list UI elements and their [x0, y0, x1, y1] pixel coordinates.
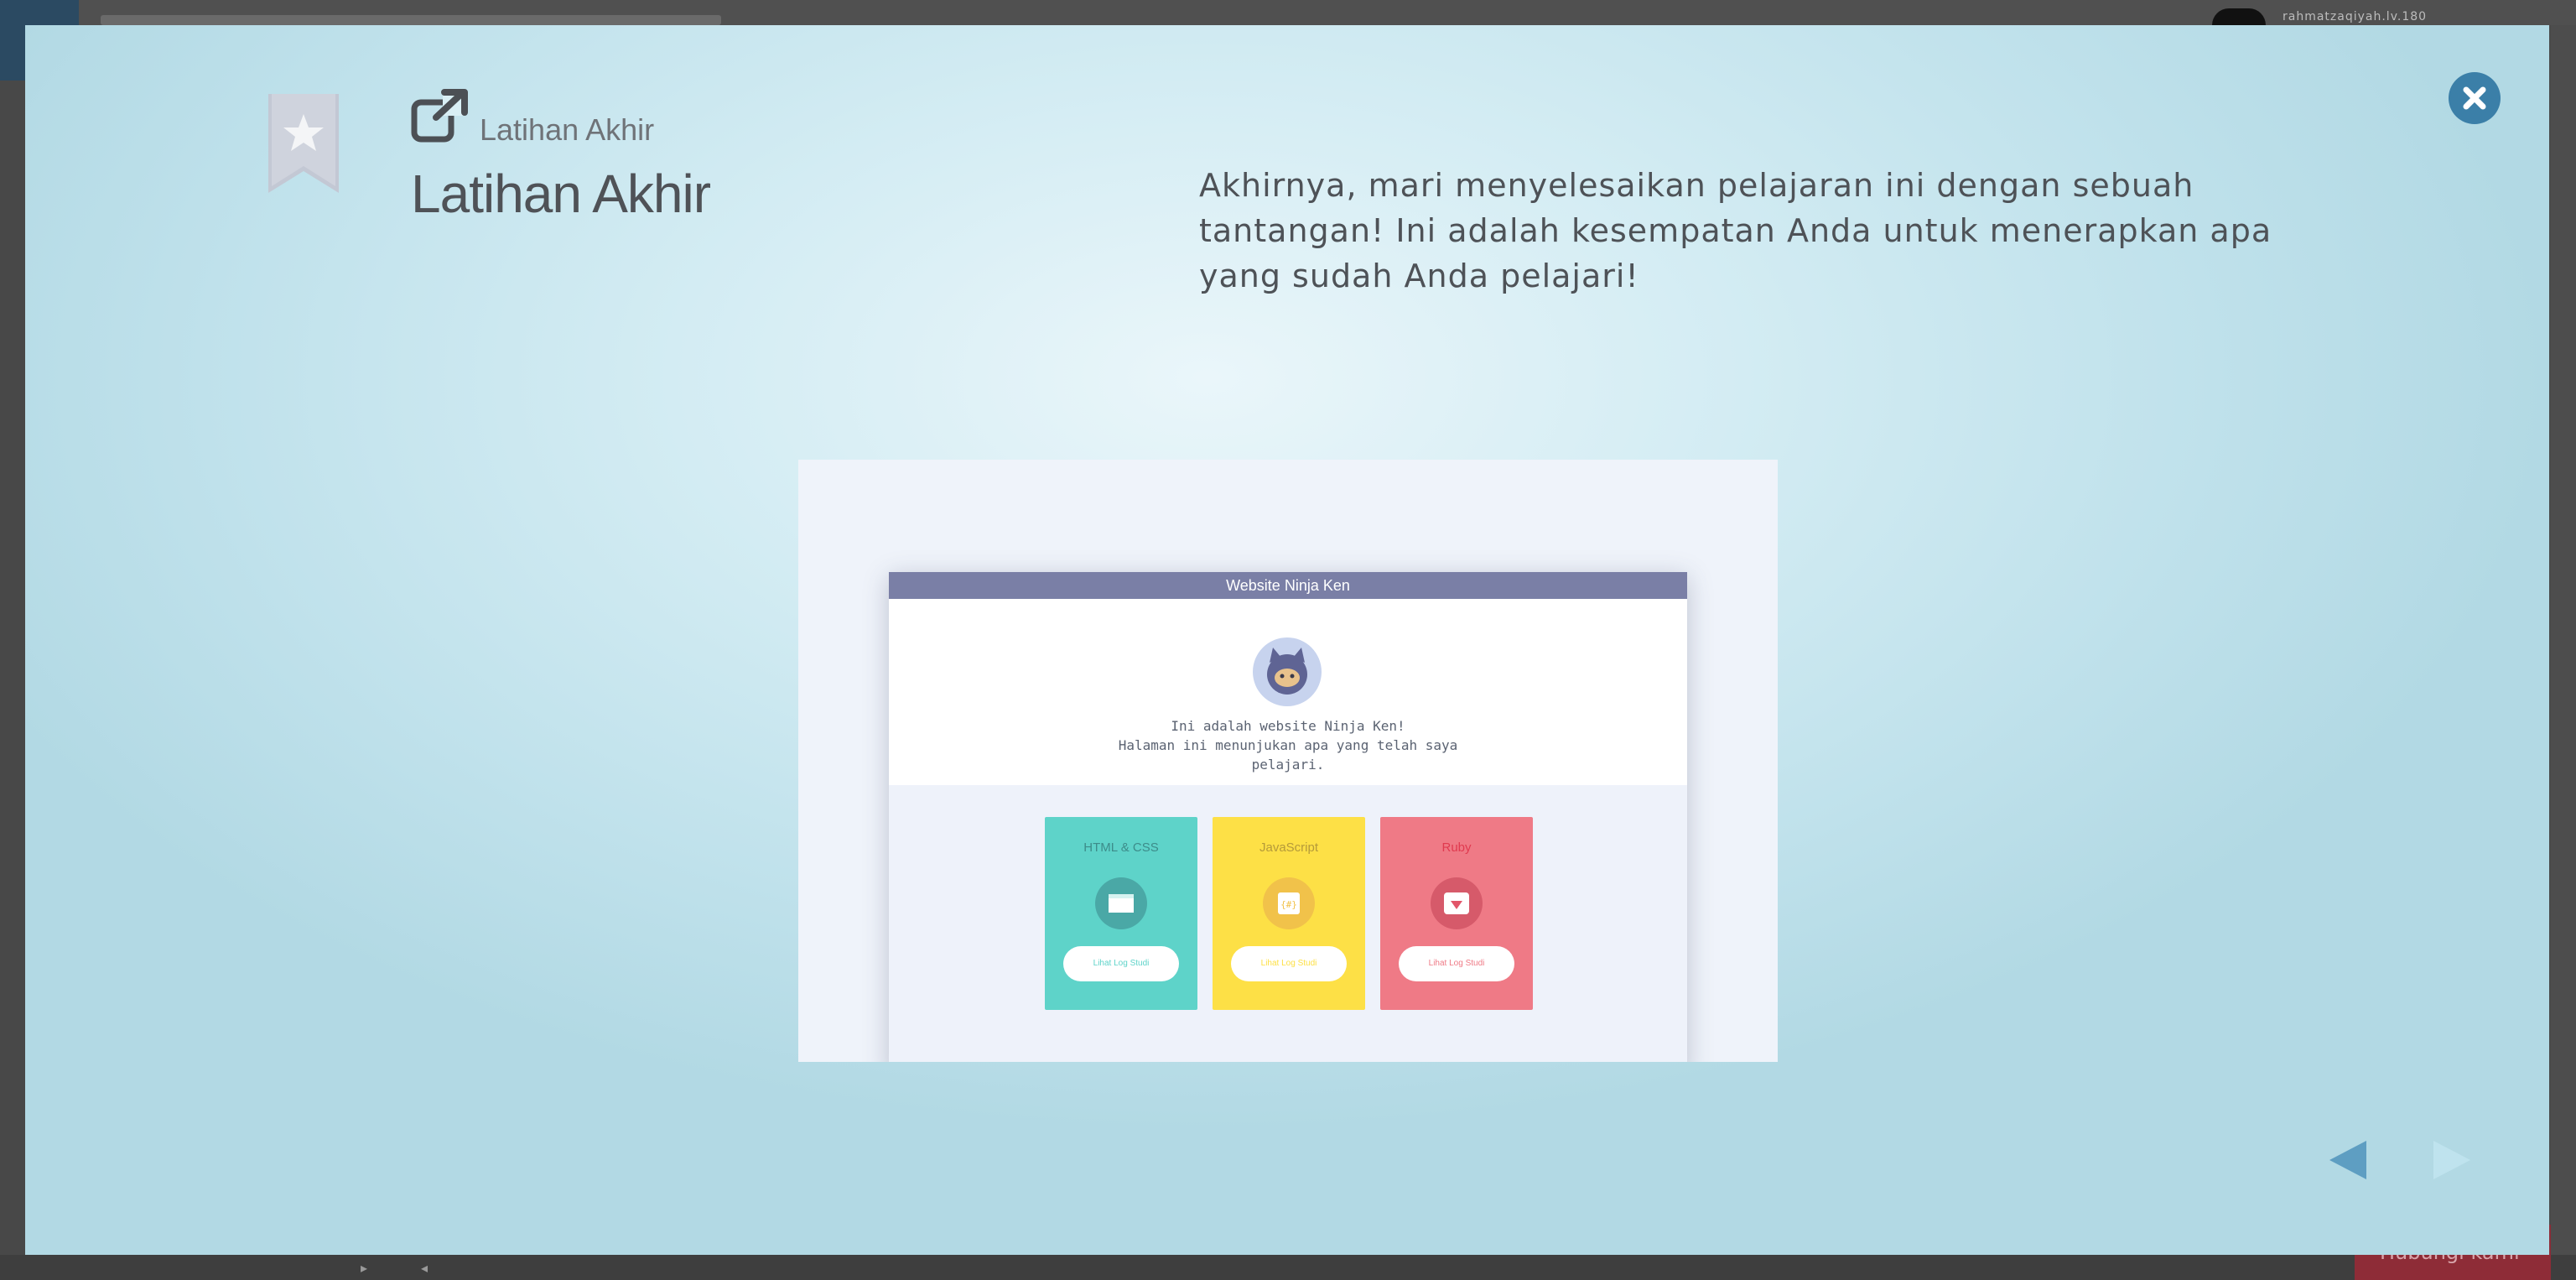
mock-intro-line-2: Halaman ini menunjukan apa yang telah sa…	[1118, 737, 1458, 753]
lesson-modal: Latihan Akhir Latihan Akhir Akhirnya, ma…	[25, 25, 2549, 1255]
lesson-subtitle: Latihan Akhir	[480, 112, 655, 147]
background-scroll-right-icon: ▸	[361, 1260, 368, 1276]
ruby-gem-icon	[1444, 892, 1469, 914]
external-link-icon	[411, 89, 468, 143]
card-title: HTML & CSS	[1083, 840, 1159, 855]
lesson-description: Akhirnya, mari menyelesaikan pelajaran i…	[1199, 167, 2272, 294]
card-ruby: Ruby Lihat Log Studi	[1380, 817, 1533, 1010]
close-button[interactable]	[2449, 72, 2501, 124]
preview-image: Website Ninja Ken Ini adalah website Nin…	[798, 460, 1778, 1062]
svg-text:{#}: {#}	[1280, 899, 1297, 910]
background-username: rahmatzaqiyah.lv.180	[2283, 10, 2428, 23]
mock-browser-window: Website Ninja Ken Ini adalah website Nin…	[889, 572, 1687, 1062]
background-avatar	[2212, 8, 2266, 25]
ninja-avatar	[1253, 637, 1322, 706]
arrow-right-icon[interactable]	[2432, 1139, 2472, 1181]
arrow-left-icon[interactable]	[2328, 1139, 2368, 1181]
background-bottom-bar	[0, 1255, 2576, 1280]
ninja-cat-icon	[1267, 648, 1307, 695]
card-title: JavaScript	[1259, 840, 1319, 855]
browser-window-icon	[1109, 894, 1134, 913]
mock-site-header: Website Ninja Ken	[889, 572, 1687, 599]
mock-intro-line-3: pelajari.	[1251, 757, 1325, 773]
html-css-icon	[1095, 877, 1147, 929]
background-search-bar	[101, 15, 721, 25]
background-scroll-left-icon: ◂	[421, 1260, 428, 1276]
code-file-icon: {#}	[1278, 892, 1300, 914]
lesson-title: Latihan Akhir	[411, 164, 711, 224]
card-javascript: JavaScript {#} Lihat Log Studi	[1213, 817, 1365, 1010]
bookmark-star-icon	[268, 94, 339, 193]
mock-intro-line-1: Ini adalah website Ninja Ken!	[1171, 718, 1405, 734]
card-html-css: HTML & CSS Lihat Log Studi	[1045, 817, 1197, 1010]
card-title: Ruby	[1441, 840, 1472, 855]
mock-hero-section: Ini adalah website Ninja Ken! Halaman in…	[889, 599, 1687, 785]
javascript-icon: {#}	[1263, 877, 1315, 929]
card-button: Lihat Log Studi	[1231, 946, 1347, 981]
card-button: Lihat Log Studi	[1063, 946, 1179, 981]
close-icon	[2463, 86, 2486, 110]
ruby-icon	[1431, 877, 1483, 929]
card-button: Lihat Log Studi	[1399, 946, 1514, 981]
mock-intro-text: Ini adalah website Ninja Ken! Halaman in…	[889, 716, 1687, 774]
background-left-sidebar	[0, 81, 25, 1255]
background-right-scrollbar	[2551, 25, 2576, 1255]
